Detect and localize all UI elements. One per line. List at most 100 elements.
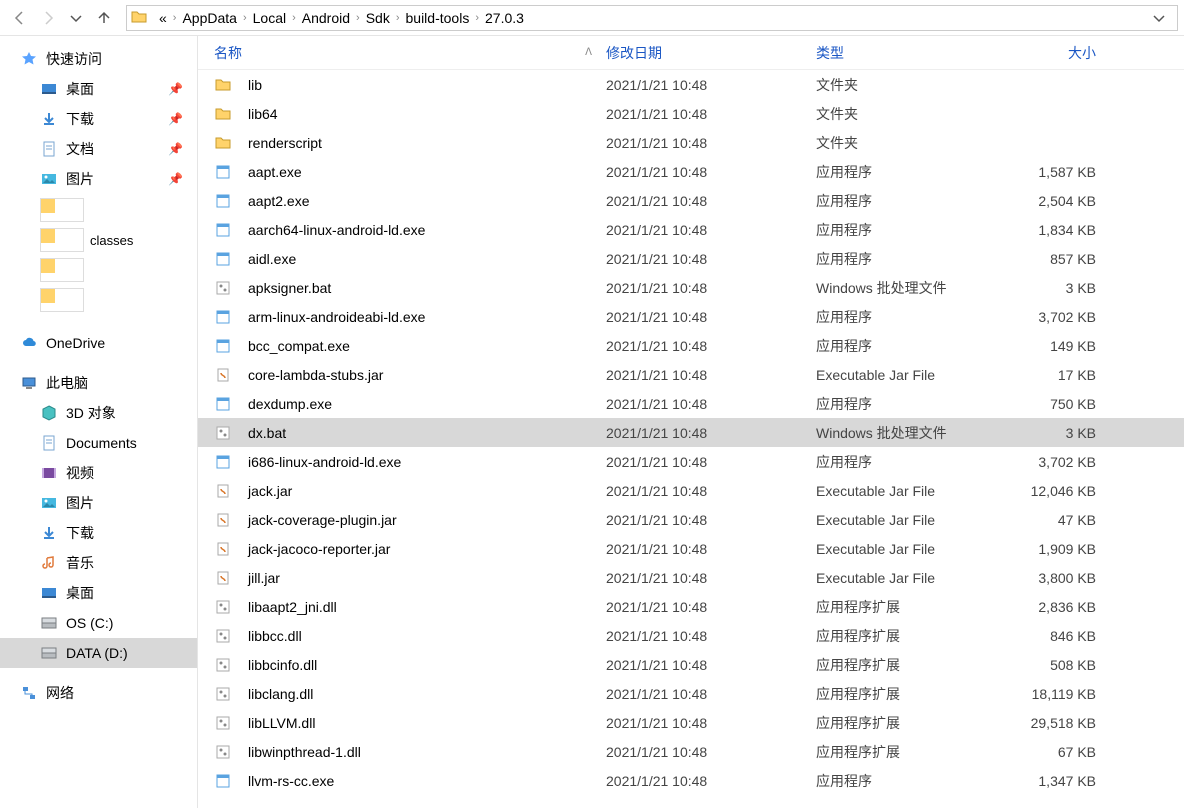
pin-icon: 📌 <box>168 172 183 186</box>
sidebar-quickaccess[interactable]: 快速访问 <box>0 44 197 74</box>
dll-icon <box>214 685 232 703</box>
sidebar-item-os-c-[interactable]: OS (C:) <box>0 608 197 638</box>
file-row[interactable]: lib2021/1/21 10:48文件夹 <box>198 70 1184 99</box>
file-name: core-lambda-stubs.jar <box>248 367 383 383</box>
sidebar-thispc[interactable]: 此电脑 <box>0 368 197 398</box>
file-row[interactable]: dx.bat2021/1/21 10:48Windows 批处理文件3 KB <box>198 418 1184 447</box>
file-row[interactable]: jack-coverage-plugin.jar2021/1/21 10:48E… <box>198 505 1184 534</box>
file-date: 2021/1/21 10:48 <box>606 106 816 122</box>
file-date: 2021/1/21 10:48 <box>606 193 816 209</box>
sidebar-item--[interactable]: 音乐 <box>0 548 197 578</box>
header-date[interactable]: 修改日期 <box>606 43 816 63</box>
recent-folder-thumbs: classes <box>0 194 197 318</box>
file-size: 2,504 KB <box>996 193 1116 209</box>
file-size: 508 KB <box>996 657 1116 673</box>
sidebar-item-desktop[interactable]: 桌面📌 <box>0 74 197 104</box>
crumb-appdata[interactable]: AppData <box>178 6 240 30</box>
sidebar-item-3d-[interactable]: 3D 对象 <box>0 398 197 428</box>
file-row[interactable]: aapt2.exe2021/1/21 10:48应用程序2,504 KB <box>198 186 1184 215</box>
file-row[interactable]: aarch64-linux-android-ld.exe2021/1/21 10… <box>198 215 1184 244</box>
file-row[interactable]: jack-jacoco-reporter.jar2021/1/21 10:48E… <box>198 534 1184 563</box>
file-row[interactable]: libbcc.dll2021/1/21 10:48应用程序扩展846 KB <box>198 621 1184 650</box>
header-size[interactable]: 大小 <box>996 43 1116 63</box>
folder-thumb-icon <box>40 258 84 282</box>
file-size: 857 KB <box>996 251 1116 267</box>
sidebar-item-label: 3D 对象 <box>66 403 116 423</box>
file-row[interactable]: libLLVM.dll2021/1/21 10:48应用程序扩展29,518 K… <box>198 708 1184 737</box>
doc-icon <box>40 434 58 452</box>
file-row[interactable]: core-lambda-stubs.jar2021/1/21 10:48Exec… <box>198 360 1184 389</box>
file-size: 67 KB <box>996 744 1116 760</box>
sidebar-item-label: OS (C:) <box>66 615 113 631</box>
file-row[interactable]: arm-linux-androideabi-ld.exe2021/1/21 10… <box>198 302 1184 331</box>
file-name: aapt2.exe <box>248 193 310 209</box>
file-date: 2021/1/21 10:48 <box>606 338 816 354</box>
file-row[interactable]: libwinpthread-1.dll2021/1/21 10:48应用程序扩展… <box>198 737 1184 766</box>
file-row[interactable]: apksigner.bat2021/1/21 10:48Windows 批处理文… <box>198 273 1184 302</box>
file-row[interactable]: libbcinfo.dll2021/1/21 10:48应用程序扩展508 KB <box>198 650 1184 679</box>
file-type: 应用程序扩展 <box>816 684 996 704</box>
crumb-version[interactable]: 27.0.3 <box>481 6 528 30</box>
header-type[interactable]: 类型 <box>816 43 996 63</box>
jar-icon <box>214 511 232 529</box>
sidebar-item-doc[interactable]: 文档📌 <box>0 134 197 164</box>
file-row[interactable]: renderscript2021/1/21 10:48文件夹 <box>198 128 1184 157</box>
file-size: 3,702 KB <box>996 454 1116 470</box>
address-bar[interactable]: «› AppData› Local› Android› Sdk› build-t… <box>126 5 1178 31</box>
back-button[interactable] <box>6 4 34 32</box>
exe-icon <box>214 192 232 210</box>
file-type: 应用程序 <box>816 307 996 327</box>
header-name[interactable]: 名称ᐱ <box>214 43 606 63</box>
recent-dropdown[interactable] <box>62 4 90 32</box>
sidebar-item--[interactable]: 桌面 <box>0 578 197 608</box>
folder-icon <box>214 105 232 123</box>
file-name: bcc_compat.exe <box>248 338 350 354</box>
crumb-android[interactable]: Android <box>298 6 354 30</box>
sidebar-item-download[interactable]: 下载📌 <box>0 104 197 134</box>
file-row[interactable]: dexdump.exe2021/1/21 10:48应用程序750 KB <box>198 389 1184 418</box>
address-dropdown[interactable] <box>1151 10 1173 26</box>
file-row[interactable]: lib642021/1/21 10:48文件夹 <box>198 99 1184 128</box>
sidebar-item--[interactable]: 视频 <box>0 458 197 488</box>
file-type: Executable Jar File <box>816 512 996 528</box>
file-date: 2021/1/21 10:48 <box>606 280 816 296</box>
sidebar-network[interactable]: 网络 <box>0 678 197 708</box>
sidebar-item-pic[interactable]: 图片📌 <box>0 164 197 194</box>
file-row[interactable]: libclang.dll2021/1/21 10:48应用程序扩展18,119 … <box>198 679 1184 708</box>
forward-button[interactable] <box>34 4 62 32</box>
file-row[interactable]: bcc_compat.exe2021/1/21 10:48应用程序149 KB <box>198 331 1184 360</box>
up-button[interactable] <box>90 4 118 32</box>
file-date: 2021/1/21 10:48 <box>606 135 816 151</box>
file-row[interactable]: libaapt2_jni.dll2021/1/21 10:48应用程序扩展2,8… <box>198 592 1184 621</box>
chevron-right-icon: › <box>290 12 298 24</box>
file-type: 应用程序 <box>816 336 996 356</box>
file-name: libaapt2_jni.dll <box>248 599 337 615</box>
file-row[interactable]: llvm-rs-cc.exe2021/1/21 10:48应用程序1,347 K… <box>198 766 1184 795</box>
sidebar-item-data-d-[interactable]: DATA (D:) <box>0 638 197 668</box>
recent-folder[interactable] <box>40 198 180 222</box>
file-type: 文件夹 <box>816 75 996 95</box>
crumb-overflow[interactable]: « <box>155 6 171 30</box>
folder-icon <box>131 9 149 27</box>
pic-icon <box>40 494 58 512</box>
file-type: Executable Jar File <box>816 483 996 499</box>
file-row[interactable]: aidl.exe2021/1/21 10:48应用程序857 KB <box>198 244 1184 273</box>
file-name: libbcinfo.dll <box>248 657 317 673</box>
recent-folder[interactable]: classes <box>40 228 180 252</box>
crumb-local[interactable]: Local <box>249 6 290 30</box>
file-row[interactable]: aapt.exe2021/1/21 10:48应用程序1,587 KB <box>198 157 1184 186</box>
sidebar-item-documents[interactable]: Documents <box>0 428 197 458</box>
file-name: i686-linux-android-ld.exe <box>248 454 401 470</box>
file-row[interactable]: jill.jar2021/1/21 10:48Executable Jar Fi… <box>198 563 1184 592</box>
sidebar-item--[interactable]: 下载 <box>0 518 197 548</box>
sidebar-item--[interactable]: 图片 <box>0 488 197 518</box>
cloud-icon <box>20 334 38 352</box>
sidebar-onedrive[interactable]: OneDrive <box>0 328 197 358</box>
crumb-buildtools[interactable]: build-tools <box>402 6 474 30</box>
recent-folder[interactable] <box>40 258 180 282</box>
crumb-sdk[interactable]: Sdk <box>362 6 394 30</box>
file-row[interactable]: jack.jar2021/1/21 10:48Executable Jar Fi… <box>198 476 1184 505</box>
dll-icon <box>214 714 232 732</box>
recent-folder[interactable] <box>40 288 180 312</box>
file-row[interactable]: i686-linux-android-ld.exe2021/1/21 10:48… <box>198 447 1184 476</box>
